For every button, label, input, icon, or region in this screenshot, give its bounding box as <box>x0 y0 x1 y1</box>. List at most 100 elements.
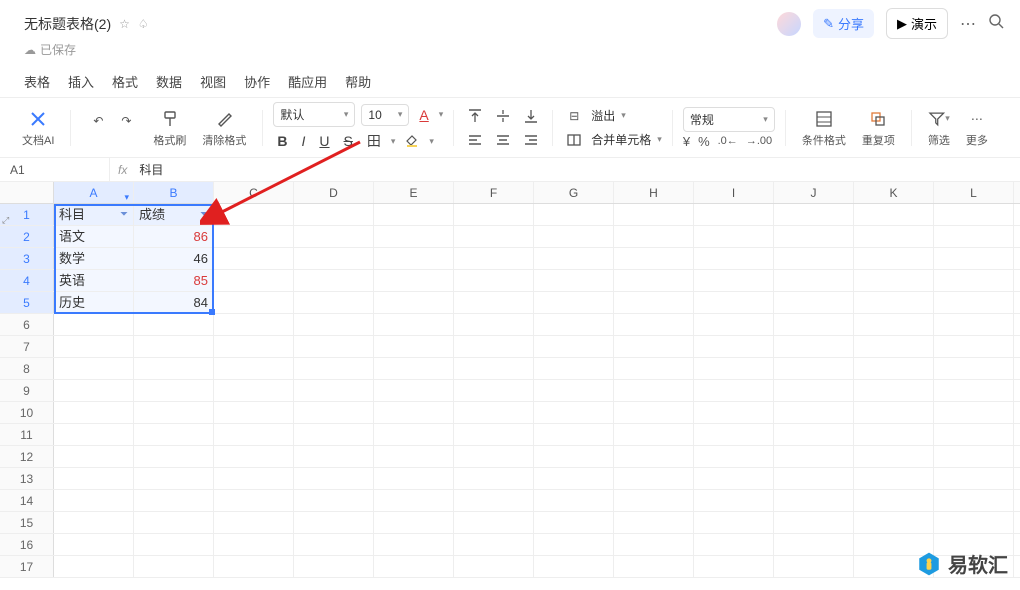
cell[interactable] <box>54 534 134 555</box>
cell-b3[interactable]: 46 <box>134 248 214 269</box>
cell[interactable] <box>534 534 614 555</box>
cell-a1[interactable]: 科目⏷ <box>54 204 134 225</box>
cell[interactable] <box>134 358 214 379</box>
cell[interactable] <box>54 424 134 445</box>
cell[interactable] <box>774 248 854 269</box>
cell[interactable] <box>454 512 534 533</box>
row-header-6[interactable]: 6 <box>0 314 54 335</box>
merge-icon[interactable] <box>563 129 585 151</box>
cell[interactable] <box>214 270 294 291</box>
cell[interactable] <box>854 314 934 335</box>
menu-collab[interactable]: 协作 <box>244 72 270 91</box>
cell[interactable] <box>214 358 294 379</box>
cell[interactable] <box>294 380 374 401</box>
cell[interactable] <box>774 424 854 445</box>
name-box[interactable]: A1 <box>0 158 110 181</box>
cell[interactable] <box>134 490 214 511</box>
cell[interactable] <box>854 468 934 489</box>
cell[interactable] <box>534 336 614 357</box>
cell[interactable] <box>294 446 374 467</box>
chevron-down-icon[interactable]: ▾ <box>391 136 396 147</box>
font-select[interactable]: 默认▾ <box>273 102 355 127</box>
number-format-select[interactable]: 常规▾ <box>683 107 775 132</box>
row-header-17[interactable]: 17 <box>0 556 54 577</box>
cell[interactable] <box>454 402 534 423</box>
cell[interactable] <box>294 204 374 225</box>
col-header-f[interactable]: F <box>454 182 534 203</box>
cell[interactable] <box>774 512 854 533</box>
col-header-d[interactable]: D <box>294 182 374 203</box>
cell[interactable] <box>374 204 454 225</box>
cell[interactable] <box>294 314 374 335</box>
cell[interactable] <box>214 468 294 489</box>
cell[interactable] <box>694 490 774 511</box>
cell[interactable] <box>294 424 374 445</box>
row-header-7[interactable]: 7 <box>0 336 54 357</box>
cell[interactable] <box>694 204 774 225</box>
cell[interactable] <box>774 314 854 335</box>
cell[interactable] <box>54 314 134 335</box>
cell[interactable] <box>214 380 294 401</box>
cell[interactable] <box>214 314 294 335</box>
cell[interactable] <box>934 226 1014 247</box>
cell[interactable] <box>934 314 1014 335</box>
cell[interactable] <box>294 336 374 357</box>
cell[interactable] <box>534 490 614 511</box>
align-left-icon[interactable] <box>464 129 486 151</box>
cell[interactable] <box>214 424 294 445</box>
row-header-8[interactable]: 8 <box>0 358 54 379</box>
font-size-select[interactable]: 10▾ <box>361 104 409 126</box>
cell[interactable] <box>454 226 534 247</box>
cell[interactable] <box>934 446 1014 467</box>
row-header-3[interactable]: 3 <box>0 248 54 269</box>
more-toolbar-icon[interactable]: ⋯ <box>966 108 988 130</box>
cell[interactable] <box>614 468 694 489</box>
cell[interactable] <box>454 556 534 577</box>
cell[interactable] <box>454 292 534 313</box>
share-button[interactable]: ✎ 分享 <box>813 9 874 38</box>
cond-format-icon[interactable] <box>813 108 835 130</box>
cell[interactable] <box>854 358 934 379</box>
cell[interactable] <box>454 358 534 379</box>
row-header-12[interactable]: 12 <box>0 446 54 467</box>
currency-button[interactable]: ¥ <box>683 134 690 149</box>
cell[interactable] <box>854 512 934 533</box>
cell[interactable] <box>294 248 374 269</box>
cell[interactable] <box>694 468 774 489</box>
cell[interactable] <box>454 446 534 467</box>
row-header-16[interactable]: 16 <box>0 534 54 555</box>
cell[interactable] <box>374 490 454 511</box>
cell[interactable] <box>214 336 294 357</box>
cell-a2[interactable]: 语文 <box>54 226 134 247</box>
cell[interactable] <box>294 402 374 423</box>
cell[interactable] <box>454 270 534 291</box>
cell[interactable] <box>214 248 294 269</box>
cell[interactable] <box>774 402 854 423</box>
cell[interactable] <box>614 402 694 423</box>
search-icon[interactable] <box>988 13 1004 34</box>
cell[interactable] <box>774 380 854 401</box>
cell[interactable] <box>374 358 454 379</box>
cell[interactable] <box>854 490 934 511</box>
align-bottom-icon[interactable] <box>520 105 542 127</box>
cell[interactable] <box>934 292 1014 313</box>
cell[interactable] <box>374 424 454 445</box>
cell[interactable] <box>134 402 214 423</box>
cell[interactable] <box>854 424 934 445</box>
cell[interactable] <box>374 534 454 555</box>
cell[interactable] <box>454 248 534 269</box>
cell[interactable] <box>774 226 854 247</box>
select-all-corner[interactable] <box>0 182 54 203</box>
cell[interactable] <box>534 226 614 247</box>
cell[interactable] <box>294 358 374 379</box>
cell[interactable] <box>214 490 294 511</box>
cell[interactable] <box>614 204 694 225</box>
cell[interactable] <box>934 358 1014 379</box>
col-header-j[interactable]: J <box>774 182 854 203</box>
cell[interactable] <box>694 292 774 313</box>
cell[interactable] <box>214 402 294 423</box>
redo-icon[interactable]: ↷ <box>115 110 137 132</box>
cell[interactable] <box>374 292 454 313</box>
cell[interactable] <box>214 204 294 225</box>
cell[interactable] <box>294 226 374 247</box>
